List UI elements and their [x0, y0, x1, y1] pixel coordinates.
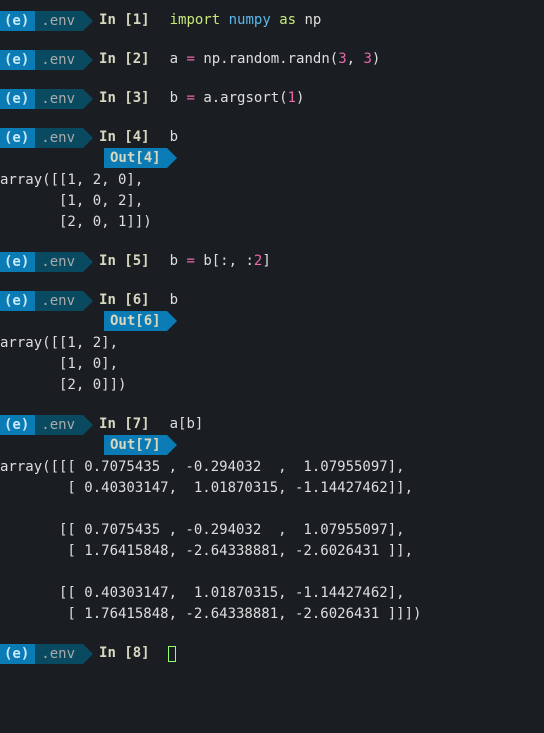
env-badge-1: (e) — [0, 291, 35, 311]
in-label: In [3] — [99, 88, 150, 109]
code-input[interactable]: b — [170, 290, 178, 311]
cell-6: (e) .env In [6] b Out[6] array([[1, 2], … — [0, 290, 544, 396]
cell-4: (e) .env In [4] b Out[4] array([[1, 2, 0… — [0, 127, 544, 233]
code-input[interactable]: a[b] — [170, 414, 204, 435]
cell-2: (e) .env In [2] a = np.random.randn(3, 3… — [0, 49, 544, 70]
env-badge-1: (e) — [0, 128, 35, 148]
env-badge-1: (e) — [0, 11, 35, 31]
env-badge-1: (e) — [0, 644, 35, 664]
cell-1: (e) .env In [1] import numpy as np — [0, 10, 544, 31]
env-badge-2: .env — [35, 252, 83, 272]
in-label: In [1] — [99, 10, 150, 31]
cursor-icon[interactable] — [168, 646, 176, 662]
in-label: In [6] — [99, 290, 150, 311]
prompt-line[interactable]: (e) .env In [2] a = np.random.randn(3, 3… — [0, 49, 544, 70]
output-text: array([[1, 2, 0], [1, 0, 2], [2, 0, 1]]) — [0, 170, 544, 233]
out-label: Out[7] — [104, 435, 167, 455]
in-label: In [4] — [99, 127, 150, 148]
code-input[interactable]: a = np.random.randn(3, 3) — [170, 49, 381, 70]
prompt-line[interactable]: (e) .env In [3] b = a.argsort(1) — [0, 88, 544, 109]
in-label: In [2] — [99, 49, 150, 70]
prompt-line[interactable]: (e) .env In [6] b — [0, 290, 544, 311]
prompt-line[interactable]: (e) .env In [4] b — [0, 127, 544, 148]
env-badge-1: (e) — [0, 89, 35, 109]
code-input[interactable]: b — [170, 127, 178, 148]
in-label: In [5] — [99, 251, 150, 272]
env-badge-2: .env — [35, 50, 83, 70]
prompt-line[interactable]: (e) .env In [1] import numpy as np — [0, 10, 544, 31]
code-input[interactable]: b = b[:, :2] — [170, 251, 271, 272]
env-badge-2: .env — [35, 11, 83, 31]
prompt-line[interactable]: (e) .env In [5] b = b[:, :2] — [0, 251, 544, 272]
output-text: array([[[ 0.7075435 , -0.294032 , 1.0795… — [0, 457, 544, 625]
code-input[interactable]: b = a.argsort(1) — [170, 88, 305, 109]
env-badge-1: (e) — [0, 50, 35, 70]
cell-5: (e) .env In [5] b = b[:, :2] — [0, 251, 544, 272]
cell-3: (e) .env In [3] b = a.argsort(1) — [0, 88, 544, 109]
in-label: In [7] — [99, 414, 150, 435]
out-label: Out[6] — [104, 311, 167, 331]
output-text: array([[1, 2], [1, 0], [2, 0]]) — [0, 333, 544, 396]
prompt-line[interactable]: (e) .env In [7] a[b] — [0, 414, 544, 435]
env-badge-2: .env — [35, 415, 83, 435]
env-badge-1: (e) — [0, 252, 35, 272]
code-input[interactable]: import numpy as np — [170, 10, 322, 31]
in-label: In [8] — [99, 643, 150, 664]
out-row: Out[7] — [0, 435, 544, 455]
cell-8: (e) .env In [8] — [0, 643, 544, 664]
prompt-line[interactable]: (e) .env In [8] — [0, 643, 544, 664]
cell-7: (e) .env In [7] a[b] Out[7] array([[[ 0.… — [0, 414, 544, 625]
env-badge-2: .env — [35, 89, 83, 109]
out-row: Out[4] — [0, 148, 544, 168]
out-label: Out[4] — [104, 148, 167, 168]
env-badge-2: .env — [35, 644, 83, 664]
env-badge-1: (e) — [0, 415, 35, 435]
env-badge-2: .env — [35, 128, 83, 148]
env-badge-2: .env — [35, 291, 83, 311]
out-row: Out[6] — [0, 311, 544, 331]
